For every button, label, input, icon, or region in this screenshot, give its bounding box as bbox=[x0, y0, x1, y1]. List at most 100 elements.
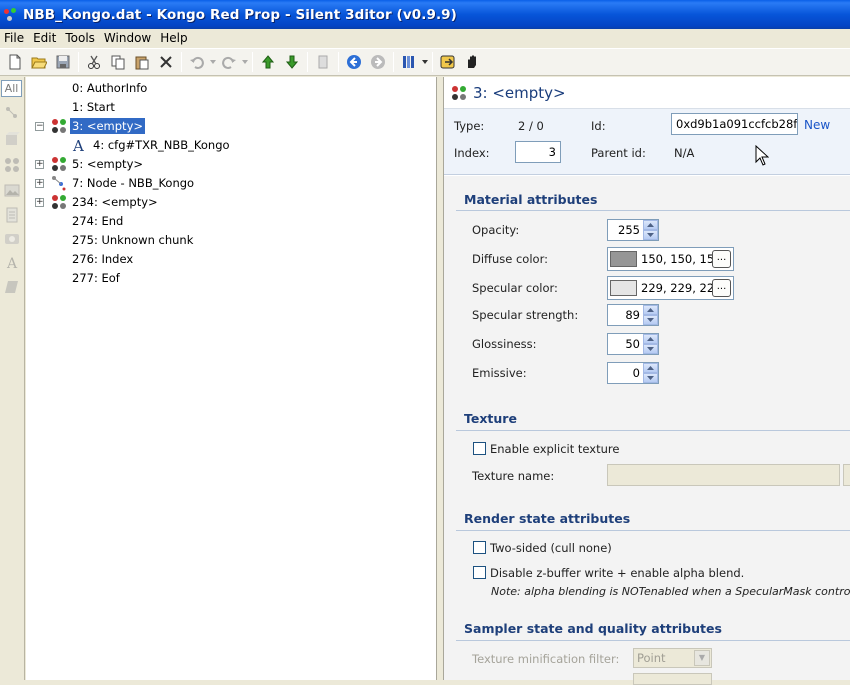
index-label: Index: bbox=[454, 146, 490, 160]
node-icon bbox=[52, 176, 66, 191]
tree-item[interactable]: 7: Node - NBB_Kongo bbox=[72, 174, 194, 192]
zbuffer-checkbox[interactable] bbox=[473, 566, 486, 579]
move-up-icon[interactable] bbox=[256, 51, 280, 73]
back-icon[interactable] bbox=[342, 51, 366, 73]
spin-up-icon[interactable] bbox=[643, 363, 658, 373]
specular-strength-spinner[interactable]: 89 bbox=[607, 304, 659, 326]
export-icon[interactable] bbox=[436, 51, 460, 73]
menu-edit[interactable]: Edit bbox=[29, 31, 61, 45]
two-sided-label: Two-sided (cull none) bbox=[490, 541, 612, 555]
spin-up-icon[interactable] bbox=[643, 305, 658, 315]
section-divider bbox=[456, 640, 850, 641]
tree-item[interactable]: 234: <empty> bbox=[72, 193, 158, 211]
copy-icon[interactable] bbox=[106, 51, 130, 73]
delete-icon[interactable] bbox=[154, 51, 178, 73]
spin-up-icon[interactable] bbox=[643, 334, 658, 344]
filter-material-icon[interactable] bbox=[4, 157, 20, 173]
paste-icon[interactable] bbox=[130, 51, 154, 73]
tree-item[interactable]: 275: Unknown chunk bbox=[72, 231, 193, 249]
filter-layer-icon[interactable] bbox=[4, 279, 20, 295]
menu-tools[interactable]: Tools bbox=[61, 31, 100, 45]
tree-item[interactable]: 277: Eof bbox=[72, 269, 120, 287]
filter-box-icon[interactable] bbox=[4, 131, 20, 147]
cut-icon[interactable] bbox=[82, 51, 106, 73]
save-icon[interactable] bbox=[51, 51, 75, 73]
text-chunk-icon: A bbox=[72, 137, 84, 153]
spin-up-icon[interactable] bbox=[643, 220, 658, 230]
filter-info-icon[interactable] bbox=[4, 231, 20, 247]
tree-item[interactable]: 0: AuthorInfo bbox=[72, 79, 147, 97]
spin-down-icon[interactable] bbox=[643, 373, 658, 383]
tree-collapse-button[interactable]: − bbox=[35, 122, 44, 131]
undo-dropdown-icon[interactable] bbox=[209, 51, 217, 73]
diffuse-color-browse-button[interactable]: ... bbox=[712, 250, 731, 268]
two-sided-checkbox[interactable] bbox=[473, 541, 486, 554]
svg-text:A: A bbox=[6, 256, 18, 271]
tree-item-selected[interactable]: 3: <empty> bbox=[70, 117, 146, 135]
filter-image-icon[interactable] bbox=[4, 182, 20, 198]
tree-item[interactable]: 276: Index bbox=[72, 250, 133, 268]
tree-expand-button[interactable]: + bbox=[35, 198, 44, 207]
filter-document-icon[interactable] bbox=[4, 207, 20, 223]
min-filter-value: Point bbox=[637, 651, 666, 665]
menu-file[interactable]: File bbox=[0, 31, 29, 45]
open-folder-icon[interactable] bbox=[27, 51, 51, 73]
tree-item[interactable]: 1: Start bbox=[72, 98, 115, 116]
mag-filter-select[interactable] bbox=[633, 673, 712, 685]
specular-color-picker[interactable]: 229, 229, 229 ... bbox=[607, 276, 734, 300]
opacity-spinner[interactable]: 255 bbox=[607, 219, 659, 241]
specular-color-browse-button[interactable]: ... bbox=[712, 279, 731, 297]
zbuffer-label: Disable z-buffer write + enable alpha bl… bbox=[490, 566, 745, 580]
index-field[interactable]: 3 bbox=[515, 141, 561, 163]
menu-help[interactable]: Help bbox=[156, 31, 192, 45]
toolbar-separator bbox=[181, 52, 182, 72]
tree-item[interactable]: 4: cfg#TXR_NBB_Kongo bbox=[93, 136, 230, 154]
filter-all-button[interactable]: All bbox=[1, 80, 22, 97]
tree-item-label: 277: Eof bbox=[72, 271, 120, 285]
view-mode-dropdown-icon[interactable] bbox=[421, 51, 429, 73]
menu-window[interactable]: Window bbox=[100, 31, 156, 45]
emissive-label: Emissive: bbox=[472, 366, 527, 380]
tree-item[interactable]: 274: End bbox=[72, 212, 123, 230]
tree-item-label: 234: <empty> bbox=[72, 195, 158, 209]
texture-browse-button[interactable] bbox=[843, 464, 850, 486]
filter-text-icon[interactable]: A bbox=[4, 255, 20, 271]
texture-name-field[interactable] bbox=[607, 464, 840, 486]
tree-item[interactable]: 5: <empty> bbox=[72, 155, 143, 173]
move-down-icon[interactable] bbox=[280, 51, 304, 73]
properties-icon[interactable] bbox=[311, 51, 335, 73]
emissive-spinner[interactable]: 0 bbox=[607, 362, 659, 384]
diffuse-color-picker[interactable]: 150, 150, 150 ... bbox=[607, 247, 734, 271]
panel-title: 3: <empty> bbox=[473, 83, 566, 102]
view-mode-icon[interactable] bbox=[397, 51, 421, 73]
glossiness-spinner[interactable]: 50 bbox=[607, 333, 659, 355]
svg-text:A: A bbox=[72, 137, 84, 153]
new-id-link[interactable]: New bbox=[804, 118, 830, 132]
hand-tool-icon[interactable] bbox=[460, 51, 484, 73]
forward-icon[interactable] bbox=[366, 51, 390, 73]
tree-expand-button[interactable]: + bbox=[35, 160, 44, 169]
render-section-title: Render state attributes bbox=[464, 511, 631, 526]
undo-icon[interactable] bbox=[185, 51, 209, 73]
section-divider bbox=[456, 430, 850, 431]
filter-node-icon[interactable] bbox=[4, 105, 20, 121]
chunk-tree: 0: AuthorInfo 1: Start − 3: <empty> A 4:… bbox=[26, 77, 437, 680]
spin-down-icon[interactable] bbox=[643, 315, 658, 325]
tree-expand-button[interactable]: + bbox=[35, 179, 44, 188]
redo-dropdown-icon[interactable] bbox=[241, 51, 249, 73]
tree-item-label: 275: Unknown chunk bbox=[72, 233, 194, 247]
material-icon bbox=[52, 119, 66, 133]
explicit-texture-checkbox[interactable] bbox=[473, 442, 486, 455]
chevron-down-icon[interactable]: ▼ bbox=[694, 650, 710, 666]
spin-down-icon[interactable] bbox=[643, 344, 658, 354]
min-filter-select[interactable]: Point ▼ bbox=[633, 648, 712, 668]
glossiness-value: 50 bbox=[625, 337, 640, 351]
redo-icon[interactable] bbox=[217, 51, 241, 73]
spin-down-icon[interactable] bbox=[643, 230, 658, 240]
toolbar-separator bbox=[338, 52, 339, 72]
material-icon bbox=[452, 85, 466, 100]
id-field[interactable]: 0xd9b1a091ccfcb28f bbox=[671, 113, 798, 135]
new-file-icon[interactable] bbox=[3, 51, 27, 73]
specular-strength-value: 89 bbox=[625, 308, 640, 322]
tree-item-label: 4: cfg#TXR_NBB_Kongo bbox=[93, 138, 230, 152]
